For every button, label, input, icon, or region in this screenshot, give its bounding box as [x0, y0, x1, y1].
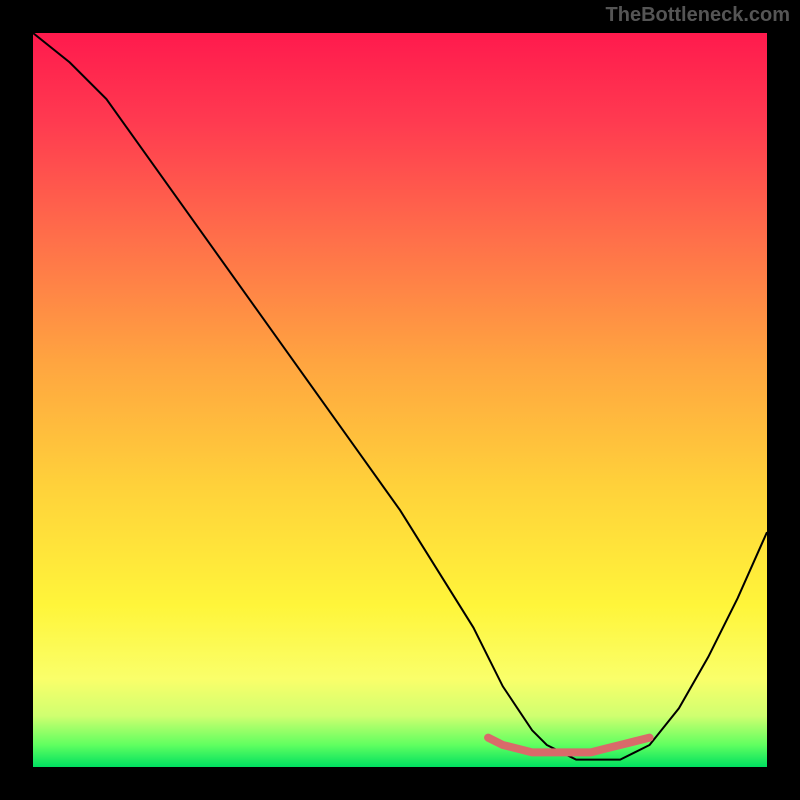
chart-svg [33, 33, 767, 767]
plot-area [33, 33, 767, 767]
bottleneck-curve [33, 33, 767, 760]
highlight-segment [488, 738, 649, 753]
watermark-text: TheBottleneck.com [606, 4, 790, 27]
